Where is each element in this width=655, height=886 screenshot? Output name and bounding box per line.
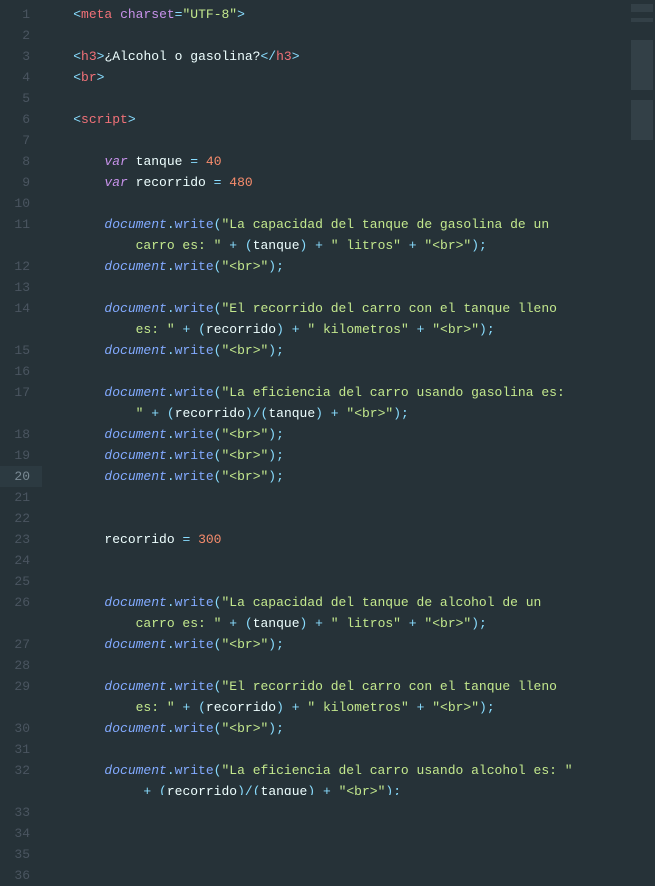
code-line[interactable] — [42, 508, 629, 529]
line-number — [0, 697, 30, 718]
line-number: 17 — [0, 382, 30, 403]
line-number: 28 — [0, 655, 30, 676]
code-line[interactable]: document.write("La capacidad del tanque … — [42, 214, 629, 235]
line-number: 13 — [0, 277, 30, 298]
line-number: 12 — [0, 256, 30, 277]
line-number: 18 — [0, 424, 30, 445]
line-number: 5 — [0, 88, 30, 109]
code-line[interactable]: document.write("El recorrido del carro c… — [42, 298, 629, 319]
code-line[interactable] — [42, 739, 629, 760]
code-line[interactable]: document.write("<br>"); — [42, 256, 629, 277]
line-number: 9 — [0, 172, 30, 193]
code-line[interactable]: es: " + (recorrido) + " kilometros" + "<… — [42, 319, 629, 340]
line-number: 6 — [0, 109, 30, 130]
line-number: 25 — [0, 571, 30, 592]
line-number: 2 — [0, 25, 30, 46]
line-number: 27 — [0, 634, 30, 655]
code-line[interactable] — [42, 655, 629, 676]
code-line[interactable] — [42, 550, 629, 571]
code-line[interactable] — [42, 361, 629, 382]
code-line[interactable] — [42, 193, 629, 214]
code-line[interactable]: + (recorrido)/(tanque) + "<br>"); — [42, 781, 629, 795]
code-line[interactable]: <br> — [42, 67, 629, 88]
code-line[interactable]: document.write("La eficiencia del carro … — [42, 760, 629, 781]
code-line[interactable]: var recorrido = 480 — [42, 172, 629, 193]
code-line[interactable]: var tanque = 40 — [42, 151, 629, 172]
line-number-gutter: 1234567891011121314151617181920212223242… — [0, 0, 42, 795]
line-number — [0, 235, 30, 256]
line-number: 11 — [0, 214, 30, 235]
line-number: 21 — [0, 487, 30, 508]
line-number: 34 — [0, 823, 30, 844]
code-line[interactable]: <meta charset="UTF-8"> — [42, 4, 629, 25]
line-number: 16 — [0, 361, 30, 382]
code-line[interactable]: document.write("<br>"); — [42, 340, 629, 361]
code-line[interactable] — [42, 487, 629, 508]
line-number: 35 — [0, 844, 30, 865]
line-number — [0, 319, 30, 340]
line-number: 8 — [0, 151, 30, 172]
minimap[interactable] — [629, 0, 655, 795]
line-number: 23 — [0, 529, 30, 550]
code-line[interactable]: document.write("El recorrido del carro c… — [42, 676, 629, 697]
code-line[interactable] — [42, 25, 629, 46]
code-line[interactable]: <script> — [42, 109, 629, 130]
line-number: 31 — [0, 739, 30, 760]
code-line[interactable]: " + (recorrido)/(tanque) + "<br>"); — [42, 403, 629, 424]
line-number: 26 — [0, 592, 30, 613]
line-number: 20 — [0, 466, 42, 487]
line-number: 19 — [0, 445, 30, 466]
line-number: 3 — [0, 46, 30, 67]
code-line[interactable]: carro es: " + (tanque) + " litros" + "<b… — [42, 613, 629, 634]
line-number — [0, 613, 30, 634]
code-editor[interactable]: <meta charset="UTF-8"> <h3>¿Alcohol o ga… — [42, 0, 629, 795]
code-line[interactable]: es: " + (recorrido) + " kilometros" + "<… — [42, 697, 629, 718]
line-number: 14 — [0, 298, 30, 319]
line-number: 33 — [0, 802, 30, 823]
code-line[interactable] — [42, 130, 629, 151]
line-number: 22 — [0, 508, 30, 529]
line-number — [0, 781, 30, 802]
code-line[interactable]: document.write("<br>"); — [42, 424, 629, 445]
line-number — [0, 403, 30, 424]
line-number: 1 — [0, 4, 30, 25]
line-number: 15 — [0, 340, 30, 361]
line-number: 36 — [0, 865, 30, 886]
code-line[interactable]: document.write("<br>"); — [42, 718, 629, 739]
line-number: 4 — [0, 67, 30, 88]
line-number: 29 — [0, 676, 30, 697]
code-line[interactable] — [42, 571, 629, 592]
code-line[interactable]: document.write("<br>"); — [42, 445, 629, 466]
code-line[interactable]: document.write("<br>"); — [42, 466, 629, 487]
line-number: 24 — [0, 550, 30, 571]
line-number: 10 — [0, 193, 30, 214]
code-line[interactable]: document.write("La eficiencia del carro … — [42, 382, 629, 403]
code-line[interactable] — [42, 88, 629, 109]
line-number: 7 — [0, 130, 30, 151]
code-line[interactable]: <h3>¿Alcohol o gasolina?</h3> — [42, 46, 629, 67]
line-number: 32 — [0, 760, 30, 781]
code-line[interactable] — [42, 277, 629, 298]
line-number: 30 — [0, 718, 30, 739]
code-line[interactable]: document.write("La capacidad del tanque … — [42, 592, 629, 613]
code-line[interactable]: recorrido = 300 — [42, 529, 629, 550]
code-line[interactable]: document.write("<br>"); — [42, 634, 629, 655]
code-line[interactable]: carro es: " + (tanque) + " litros" + "<b… — [42, 235, 629, 256]
